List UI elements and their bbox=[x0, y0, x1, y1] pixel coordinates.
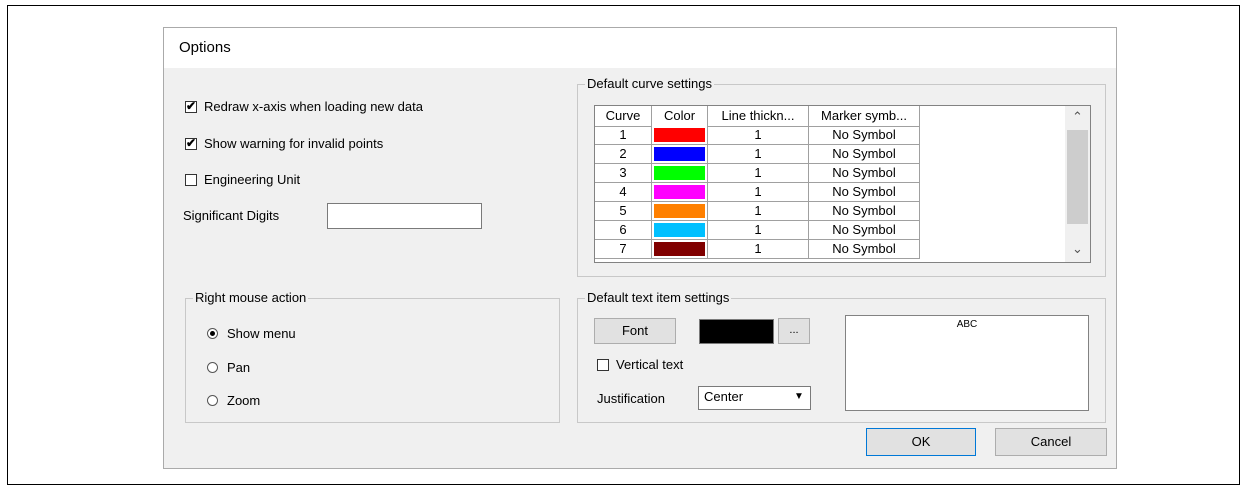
curve-number-cell: 5 bbox=[595, 202, 652, 221]
color-swatch bbox=[652, 126, 707, 144]
marker-symbol-cell[interactable]: No Symbol bbox=[809, 145, 920, 164]
title-bar: Options bbox=[164, 28, 1116, 68]
radio-label: Pan bbox=[227, 360, 251, 375]
color-swatch bbox=[652, 221, 707, 239]
right-mouse-groupbox: Right mouse action Show menu Pan Zoom bbox=[185, 290, 560, 423]
text-color-swatch[interactable] bbox=[699, 319, 774, 344]
line-thickness-cell[interactable]: 1 bbox=[708, 221, 809, 240]
table-row[interactable]: 4 1 No Symbol bbox=[595, 183, 920, 202]
line-thickness-cell[interactable]: 1 bbox=[708, 164, 809, 183]
checkbox-box[interactable] bbox=[597, 358, 609, 371]
scroll-up-icon[interactable]: ⌃ bbox=[1065, 108, 1090, 126]
scroll-down-icon[interactable]: ⌄ bbox=[1065, 240, 1090, 258]
curve-color-cell[interactable] bbox=[652, 126, 708, 145]
engineering-unit-checkbox[interactable]: Engineering Unit bbox=[185, 172, 300, 187]
line-thickness-cell[interactable]: 1 bbox=[708, 202, 809, 221]
curve-number-cell: 4 bbox=[595, 183, 652, 202]
vertical-text-checkbox[interactable]: Vertical text bbox=[597, 357, 683, 372]
marker-symbol-cell[interactable]: No Symbol bbox=[809, 202, 920, 221]
curve-number-cell: 6 bbox=[595, 221, 652, 240]
curve-color-cell[interactable] bbox=[652, 221, 708, 240]
color-swatch bbox=[652, 240, 707, 258]
marker-symbol-cell[interactable]: No Symbol bbox=[809, 240, 920, 259]
curve-number-cell: 1 bbox=[595, 126, 652, 145]
radio-label: Show menu bbox=[227, 326, 296, 341]
radio-pan[interactable]: Pan bbox=[207, 360, 250, 375]
cancel-button[interactable]: Cancel bbox=[995, 428, 1107, 456]
line-thickness-cell[interactable]: 1 bbox=[708, 183, 809, 202]
checkmark-icon: ✔ bbox=[186, 135, 197, 150]
marker-symbol-cell[interactable]: No Symbol bbox=[809, 164, 920, 183]
radio-label: Zoom bbox=[227, 393, 261, 408]
checkmark-icon: ✔ bbox=[186, 98, 197, 113]
curve-color-cell[interactable] bbox=[652, 164, 708, 183]
curve-settings-title: Default curve settings bbox=[585, 76, 715, 91]
curve-number-cell: 3 bbox=[595, 164, 652, 183]
preview-text: ABC bbox=[956, 319, 978, 330]
curve-table-scrollbar[interactable]: ⌃ ⌄ bbox=[1065, 106, 1090, 262]
curve-number-cell: 7 bbox=[595, 240, 652, 259]
table-row[interactable]: 5 1 No Symbol bbox=[595, 202, 920, 221]
curve-color-cell[interactable] bbox=[652, 202, 708, 221]
scroll-thumb[interactable] bbox=[1067, 130, 1088, 224]
col-header-line-thickness[interactable]: Line thickn... bbox=[708, 106, 809, 126]
checkbox-box[interactable]: ✔ bbox=[185, 135, 197, 150]
curve-settings-groupbox: Default curve settings Curve Color Line … bbox=[577, 76, 1106, 277]
curve-color-cell[interactable] bbox=[652, 145, 708, 164]
text-item-title: Default text item settings bbox=[585, 290, 732, 305]
table-row[interactable]: 1 1 No Symbol bbox=[595, 126, 920, 145]
curve-table-header: Curve Color Line thickn... Marker symb..… bbox=[595, 106, 920, 127]
color-swatch bbox=[652, 145, 707, 163]
checkbox-box[interactable]: ✔ bbox=[185, 98, 197, 113]
font-button[interactable]: Font bbox=[594, 318, 676, 344]
line-thickness-cell[interactable]: 1 bbox=[708, 240, 809, 259]
curve-number-cell: 2 bbox=[595, 145, 652, 164]
line-thickness-cell[interactable]: 1 bbox=[708, 145, 809, 164]
table-row[interactable]: 3 1 No Symbol bbox=[595, 164, 920, 183]
curve-color-cell[interactable] bbox=[652, 240, 708, 259]
vertical-text-label: Vertical text bbox=[616, 357, 684, 372]
color-swatch bbox=[652, 202, 707, 220]
col-header-curve[interactable]: Curve bbox=[595, 106, 652, 126]
color-picker-button[interactable]: ... bbox=[778, 318, 810, 344]
radio-button[interactable] bbox=[207, 362, 218, 373]
engineering-unit-label: Engineering Unit bbox=[204, 172, 301, 187]
text-preview-box: ABC bbox=[845, 315, 1089, 411]
color-swatch bbox=[652, 183, 707, 201]
table-row[interactable]: 7 1 No Symbol bbox=[595, 240, 920, 259]
options-dialog: Options ✔ Redraw x-axis when loading new… bbox=[163, 27, 1117, 469]
justification-label: Justification bbox=[597, 391, 665, 406]
justification-select[interactable]: Center ▼ bbox=[698, 386, 811, 410]
col-header-color[interactable]: Color bbox=[652, 106, 708, 126]
marker-symbol-cell[interactable]: No Symbol bbox=[809, 221, 920, 240]
redraw-x-axis-label: Redraw x-axis when loading new data bbox=[204, 99, 423, 114]
significant-digits-label: Significant Digits bbox=[183, 208, 280, 223]
significant-digits-input[interactable] bbox=[327, 203, 482, 229]
ok-button[interactable]: OK bbox=[866, 428, 976, 456]
radio-zoom[interactable]: Zoom bbox=[207, 393, 260, 408]
marker-symbol-cell[interactable]: No Symbol bbox=[809, 126, 920, 145]
marker-symbol-cell[interactable]: No Symbol bbox=[809, 183, 920, 202]
dropdown-arrow-icon[interactable]: ▼ bbox=[790, 389, 808, 405]
radio-button[interactable] bbox=[207, 328, 218, 339]
color-swatch bbox=[652, 164, 707, 182]
table-row[interactable]: 2 1 No Symbol bbox=[595, 145, 920, 164]
line-thickness-cell[interactable]: 1 bbox=[708, 126, 809, 145]
checkbox-box[interactable] bbox=[185, 173, 197, 186]
dialog-title: Options bbox=[179, 39, 231, 56]
table-row[interactable]: 6 1 No Symbol bbox=[595, 221, 920, 240]
justification-value: Center bbox=[704, 389, 744, 404]
show-warning-label: Show warning for invalid points bbox=[204, 136, 384, 151]
show-warning-checkbox[interactable]: ✔ Show warning for invalid points bbox=[185, 136, 383, 151]
curve-color-cell[interactable] bbox=[652, 183, 708, 202]
radio-show-menu[interactable]: Show menu bbox=[207, 326, 296, 341]
radio-button[interactable] bbox=[207, 395, 218, 406]
right-mouse-title: Right mouse action bbox=[193, 290, 309, 305]
curve-table[interactable]: Curve Color Line thickn... Marker symb..… bbox=[594, 105, 1091, 263]
col-header-marker-symbol[interactable]: Marker symb... bbox=[809, 106, 920, 126]
text-item-groupbox: Default text item settings Font ... Vert… bbox=[577, 290, 1106, 423]
redraw-x-axis-checkbox[interactable]: ✔ Redraw x-axis when loading new data bbox=[185, 99, 423, 114]
